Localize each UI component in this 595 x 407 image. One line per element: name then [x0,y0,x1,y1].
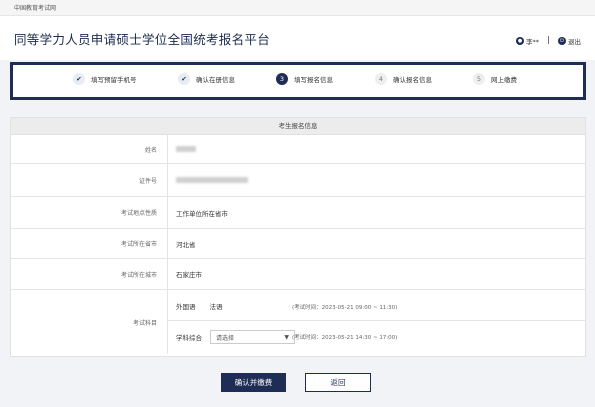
power-icon: ⏻ [558,37,566,45]
name-value-redacted [176,146,196,152]
id-label: 证件号 [11,164,168,196]
step-2: ✔ 确认在册信息 [178,73,235,85]
exam-type-row: 考试地点性质 工作单位所在省市 [11,197,585,229]
city-value: 石家庄市 [176,271,202,279]
step-label: 填写预留手机号 [91,76,137,84]
header: 同等学力人员申请硕士学位全国统考报名平台 ● 李** | ⏻ 退出 [0,16,595,60]
logout-label: 退出 [568,38,581,46]
step-label: 网上缴费 [491,76,517,84]
form-heading: 考生报名信息 [11,118,585,135]
exam-type-label: 考试地点性质 [11,197,168,228]
province-label: 考试所在省市 [11,229,168,258]
name-label: 姓名 [11,135,168,163]
subject-select-value: 请选择 [216,334,235,342]
user-menu[interactable]: ● 李** [516,36,539,46]
user-name: 李** [526,38,539,46]
step-label: 确认报名信息 [393,76,432,84]
city-row: 考试所在城市 石家庄市 [11,259,585,290]
step-number: 5 [473,73,485,85]
name-row: 姓名 [11,135,585,164]
step-label: 填写报名信息 [294,76,333,84]
subject-row: 考试科目 外国语 法语 (考试时间：2023-05-21 09:00 ~ 11:… [11,290,585,354]
id-value-redacted [176,177,248,183]
step-number: 4 [375,73,387,85]
confirm-pay-button[interactable]: 确认并缴费 [221,373,286,392]
progress-steps: ✔ 填写预留手机号 ✔ 确认在册信息 3 填写报名信息 4 确认报名信息 5 网… [10,62,586,100]
back-button[interactable]: 返回 [305,373,371,392]
subject-2-label: 学科综合 [176,334,202,342]
registration-form: 考生报名信息 姓名 证件号 考试地点性质 工作单位所在省市 考试所在省市 河北省… [10,117,586,357]
subject-label: 考试科目 [11,290,168,354]
subject-1-time: (考试时间：2023-05-21 09:00 ~ 11:30) [292,305,398,311]
step-1: ✔ 填写预留手机号 [73,73,137,85]
user-icon: ● [516,37,524,45]
check-icon: ✔ [73,73,85,85]
city-label: 考试所在城市 [11,259,168,289]
subject-1: 外国语 法语 [176,301,223,311]
header-separator: | [547,35,550,44]
step-number: 3 [276,73,288,85]
page-title: 同等学力人员申请硕士学位全国统考报名平台 [14,32,271,47]
step-4: 4 确认报名信息 [375,73,432,85]
top-bar: 中国教育考试网 [0,0,595,16]
logout-button[interactable]: ⏻ 退出 [558,36,581,46]
subject-1-label: 外国语 [176,303,196,311]
step-5: 5 网上缴费 [473,73,517,85]
step-label: 确认在册信息 [196,76,235,84]
site-name[interactable]: 中国教育考试网 [14,3,56,12]
subject-2: 学科综合 请选择 ▼ [176,330,295,344]
id-row: 证件号 [11,164,585,197]
check-icon: ✔ [178,73,190,85]
subject-1-value: 法语 [209,303,223,311]
caret-down-icon: ▼ [284,333,289,341]
province-value: 河北省 [176,240,196,249]
exam-type-value: 工作单位所在省市 [176,209,228,218]
subject-2-time: (考试时间：2023-05-21 14:30 ~ 17:00) [292,335,398,341]
step-3: 3 填写报名信息 [276,73,333,85]
province-row: 考试所在省市 河北省 [11,229,585,259]
subject-select[interactable]: 请选择 ▼ [210,330,295,344]
